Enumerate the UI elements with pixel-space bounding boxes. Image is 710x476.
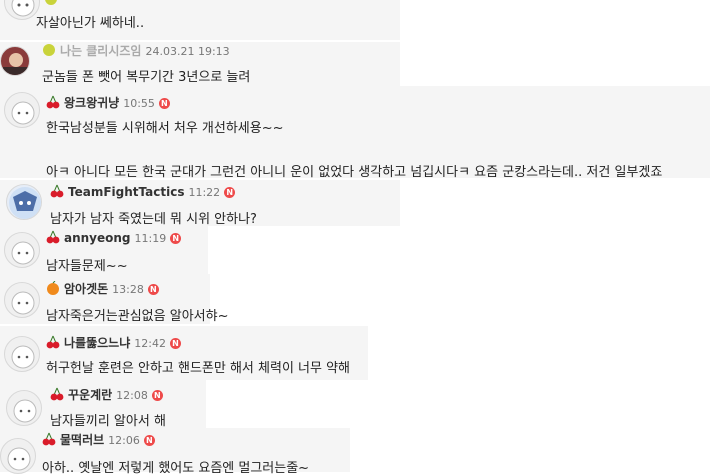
- comment-text: 한국남성분들 시위해서 처우 개선하세용~~: [46, 121, 284, 136]
- comment-text: 아하.. 옛날엔 저렇게 했어도 요즘엔 멀그러는줄~: [42, 461, 310, 476]
- level-badge-icon: [44, 0, 58, 6]
- comment-item: 나를뚫으느냐 12:42 N 허구헌날 훈련은 안하고 핸드폰만 해서 체력이 너무…: [0, 326, 368, 380]
- comment-meta: 꾸운계란 12:08 N: [50, 386, 163, 403]
- comment-meta: [44, 0, 62, 7]
- level-badge-icon: [42, 43, 56, 57]
- nickname[interactable]: TeamFightTactics: [68, 185, 184, 199]
- comment-text: 남자죽은거는관심없음 알아서햐~: [46, 309, 229, 324]
- comment-meta: 암아겟돈 13:28 N: [46, 280, 159, 297]
- comment-meta: 물떡러브 12:06 N: [42, 431, 155, 448]
- comment-meta: 나를뚫으느냐 12:42 N: [46, 334, 181, 351]
- avatar[interactable]: [4, 282, 40, 318]
- new-badge: N: [151, 390, 163, 401]
- avatar[interactable]: [4, 336, 40, 372]
- comment-item: 자살아닌가 쎄하네..: [0, 0, 400, 40]
- comment-text: 남자들끼리 알아서 해: [50, 414, 166, 429]
- orange-level-icon: [46, 280, 60, 295]
- cherry-level-icon: [50, 184, 64, 198]
- comment-text: 아ㅋ 아니다 모든 한국 군대가 그런건 아니니 운이 없었다 생각하고 넘깁시…: [46, 165, 663, 180]
- timestamp: 11:22: [188, 186, 221, 199]
- nickname[interactable]: 물떡러브: [60, 433, 104, 447]
- cherry-level-icon: [42, 432, 56, 446]
- comment-text: 자살아닌가 쎄하네..: [36, 16, 145, 31]
- avatar[interactable]: [6, 184, 42, 220]
- comment-text: 남자가 남자 죽였는데 뭐 시위 안하나?: [50, 212, 257, 227]
- comment-meta: TeamFightTactics 11:22 N: [50, 184, 236, 199]
- comment-item: annyeong 11:19 N 남자들문제~~: [0, 226, 208, 274]
- cherry-level-icon: [46, 335, 60, 349]
- timestamp: 12:08: [116, 389, 148, 402]
- avatar[interactable]: [0, 46, 30, 76]
- new-badge: N: [158, 98, 170, 109]
- comment-meta: 왕크왕귀냥 10:55 N: [46, 94, 170, 111]
- comment-item: 왕크왕귀냥 10:55 N 한국남성분들 시위해서 처우 개선하세용~~ 아ㅋ 아니…: [0, 86, 710, 180]
- cherry-level-icon: [46, 95, 60, 109]
- avatar[interactable]: [4, 232, 40, 268]
- timestamp: 13:28: [112, 283, 144, 296]
- nickname[interactable]: 암아겟돈: [64, 282, 108, 296]
- comment-meta: 나는 클리시즈임 24.03.21 19:13: [42, 42, 230, 59]
- nickname[interactable]: 왕크왕귀냥: [64, 96, 119, 110]
- timestamp: 10:55: [123, 97, 155, 110]
- avatar[interactable]: [6, 390, 42, 426]
- new-badge: N: [224, 187, 236, 198]
- comment-item: 나는 클리시즈임 24.03.21 19:13 군놈들 폰 뺏어 복무기간 3년으…: [0, 42, 400, 86]
- cherry-level-icon: [50, 387, 64, 401]
- comment-text: 군놈들 폰 뺏어 복무기간 3년으로 늘려: [42, 70, 251, 85]
- nickname[interactable]: 꾸운계란: [68, 388, 112, 402]
- cherry-level-icon: [46, 230, 60, 244]
- timestamp: 11:19: [134, 232, 167, 245]
- comment-meta: annyeong 11:19 N: [46, 230, 182, 245]
- comment-text: 허구헌날 훈련은 안하고 핸드폰만 해서 체력이 너무 약해: [46, 361, 351, 376]
- new-badge: N: [143, 435, 155, 446]
- avatar[interactable]: [0, 438, 36, 474]
- comment-item: 물떡러브 12:06 N 아하.. 옛날엔 저렇게 했어도 요즘엔 멀그러는줄~: [0, 428, 350, 476]
- comment-item: 꾸운계란 12:08 N 남자들끼리 알아서 해: [0, 380, 206, 429]
- comment-text: 남자들문제~~: [46, 259, 128, 274]
- nickname[interactable]: annyeong: [64, 231, 131, 245]
- new-badge: N: [169, 338, 181, 349]
- nickname[interactable]: 나는 클리시즈임: [60, 44, 141, 58]
- new-badge: N: [170, 233, 182, 244]
- new-badge: N: [147, 284, 159, 295]
- nickname[interactable]: 나를뚫으느냐: [64, 336, 130, 350]
- comment-item: 암아겟돈 13:28 N 남자죽은거는관심없음 알아서햐~: [0, 274, 228, 324]
- timestamp: 24.03.21 19:13: [145, 45, 230, 58]
- comment-item: TeamFightTactics 11:22 N 남자가 남자 죽였는데 뭐 시위 …: [0, 180, 400, 227]
- timestamp: 12:42: [134, 337, 166, 350]
- timestamp: 12:06: [108, 434, 140, 447]
- avatar[interactable]: [4, 92, 40, 128]
